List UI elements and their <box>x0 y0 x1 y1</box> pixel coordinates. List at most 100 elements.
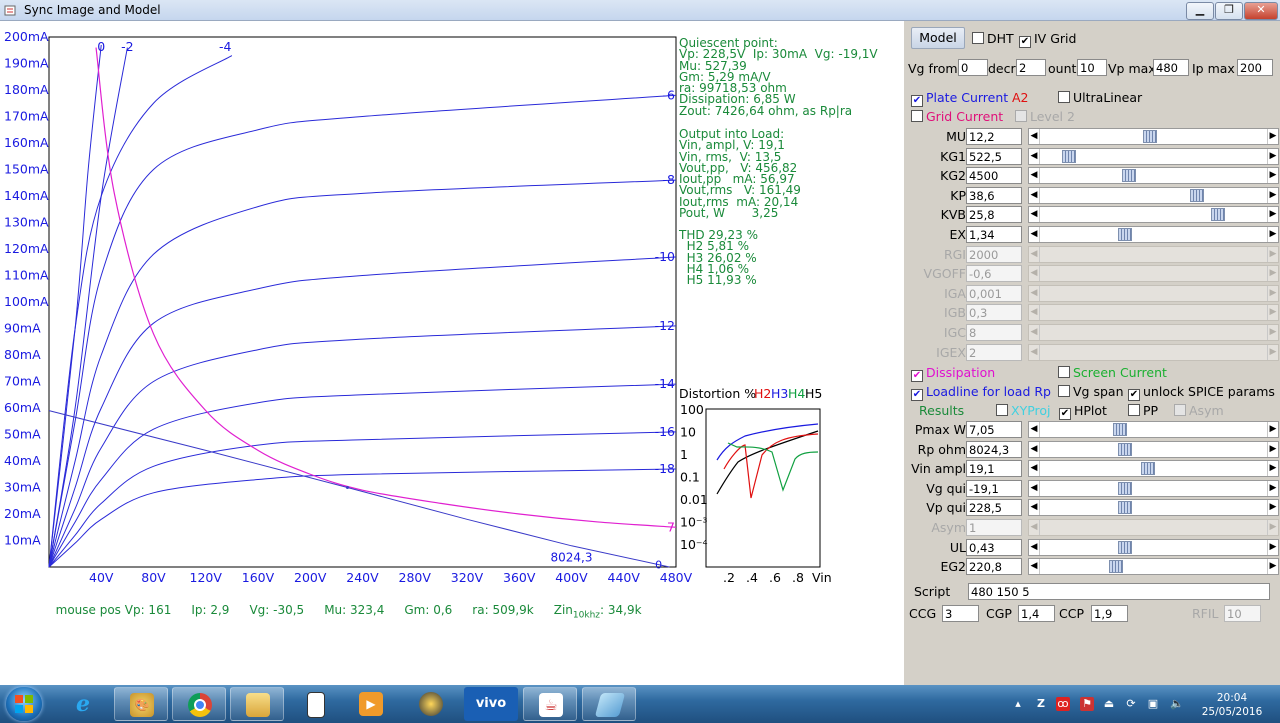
checkmark-icon[interactable]: ✔ <box>911 389 923 401</box>
slider-thumb[interactable] <box>1117 442 1132 456</box>
tray-expand-icon[interactable]: ▴ <box>1011 697 1025 711</box>
checkmark-icon[interactable]: ✔ <box>911 370 923 382</box>
screen-current-checkbox-box[interactable] <box>1058 366 1070 378</box>
arrow-right-icon[interactable]: ▶ <box>1267 207 1278 223</box>
slider-thumb[interactable] <box>1141 462 1156 476</box>
arrow-right-icon[interactable]: ▶ <box>1267 539 1278 555</box>
ip-max-field[interactable]: 200 <box>1237 59 1273 76</box>
java-button[interactable]: ☕ <box>523 687 577 721</box>
start-button[interactable] <box>6 687 42 721</box>
param-slider[interactable]: ◀ ▶ <box>1028 206 1279 224</box>
model-button[interactable]: Model <box>911 27 965 49</box>
param-field[interactable]: 38,6 <box>966 186 1022 204</box>
maximize-button[interactable]: ❐ <box>1215 2 1243 20</box>
xyproj-checkbox[interactable]: XYProj <box>996 403 1051 418</box>
load-param-field[interactable]: 220,8 <box>966 558 1022 576</box>
paint-button[interactable]: 🎨 <box>114 687 168 721</box>
arrow-left-icon[interactable]: ◀ <box>1029 500 1040 516</box>
cgp-field[interactable]: 1,4 <box>1018 605 1055 622</box>
decr-field[interactable]: 2 <box>1016 59 1046 76</box>
arrow-right-icon[interactable]: ▶ <box>1267 461 1278 477</box>
arrow-left-icon[interactable]: ◀ <box>1029 187 1040 203</box>
param-field[interactable]: 522,5 <box>966 147 1022 165</box>
file-explorer-button[interactable] <box>230 687 284 721</box>
vivo-button[interactable]: vivo <box>464 687 518 721</box>
checkmark-icon[interactable]: ✔ <box>1019 36 1031 48</box>
game-button[interactable] <box>404 687 458 721</box>
arrow-right-icon[interactable]: ▶ <box>1267 168 1278 184</box>
load-param-slider[interactable]: ◀ ▶ <box>1028 460 1279 478</box>
slider-thumb[interactable] <box>1143 130 1158 143</box>
arrow-left-icon[interactable]: ◀ <box>1029 480 1040 496</box>
ultralinear-checkbox[interactable]: UltraLinear <box>1058 90 1142 105</box>
tray-volume-icon[interactable]: 🔈 <box>1170 697 1184 711</box>
screen-current-checkbox[interactable]: Screen Current <box>1058 365 1167 380</box>
arrow-right-icon[interactable]: ▶ <box>1267 422 1278 437</box>
param-field[interactable]: 25,8 <box>966 206 1022 224</box>
unlock-spice-checkbox[interactable]: ✔ unlock SPICE params <box>1128 384 1275 401</box>
load-param-slider[interactable]: ◀ ▶ <box>1028 479 1279 497</box>
param-field[interactable]: 1,34 <box>966 226 1022 243</box>
arrow-right-icon[interactable]: ▶ <box>1267 187 1278 203</box>
arrow-left-icon[interactable]: ◀ <box>1029 129 1040 144</box>
hplot-checkbox[interactable]: ✔ HPlot <box>1059 403 1107 420</box>
slider-thumb[interactable] <box>1190 188 1205 202</box>
param-field[interactable]: 12,2 <box>966 128 1022 145</box>
plate-current-checkbox[interactable]: ✔ Plate Current <box>911 90 1008 107</box>
param-slider[interactable]: ◀ ▶ <box>1028 167 1279 185</box>
pp-checkbox[interactable]: PP <box>1128 403 1158 418</box>
media-player-button[interactable]: ▶ <box>344 687 398 721</box>
grid-current-checkbox[interactable]: Grid Current <box>911 109 1003 124</box>
tray-sync-icon[interactable]: ⟳ <box>1124 697 1138 711</box>
slider-thumb[interactable] <box>1211 208 1226 222</box>
arrow-left-icon[interactable]: ◀ <box>1029 207 1040 223</box>
arrow-right-icon[interactable]: ▶ <box>1267 559 1278 575</box>
arrow-left-icon[interactable]: ◀ <box>1029 148 1040 164</box>
pp-checkbox-box[interactable] <box>1128 404 1140 416</box>
param-slider[interactable]: ◀ ▶ <box>1028 147 1279 165</box>
ultralinear-checkbox-box[interactable] <box>1058 91 1070 103</box>
load-param-slider[interactable]: ◀ ▶ <box>1028 440 1279 458</box>
load-param-field[interactable]: 228,5 <box>966 499 1022 517</box>
arrow-left-icon[interactable]: ◀ <box>1029 461 1040 477</box>
tray-acrobat-icon[interactable]: ꝏ <box>1056 697 1070 711</box>
ccp-field[interactable]: 1,9 <box>1091 605 1128 622</box>
slider-thumb[interactable] <box>1117 501 1132 515</box>
dht-checkbox[interactable]: DHT <box>972 31 1014 46</box>
arrow-right-icon[interactable]: ▶ <box>1267 441 1278 457</box>
slider-thumb[interactable] <box>1117 481 1132 495</box>
tray-usb-icon[interactable]: ⏏ <box>1102 697 1116 711</box>
app-button[interactable] <box>582 687 636 721</box>
load-param-slider[interactable]: ◀ ▶ <box>1028 538 1279 556</box>
param-slider[interactable]: ◀ ▶ <box>1028 226 1279 243</box>
dht-checkbox-box[interactable] <box>972 32 984 44</box>
load-param-field[interactable]: 19,1 <box>966 460 1022 478</box>
minimize-button[interactable]: ▁ <box>1186 2 1214 20</box>
close-button[interactable]: ✕ <box>1244 2 1278 20</box>
vg-span-checkbox[interactable]: Vg span <box>1058 384 1124 399</box>
vg-span-checkbox-box[interactable] <box>1058 385 1070 397</box>
vg-from-field[interactable]: 0 <box>958 59 988 76</box>
slider-thumb[interactable] <box>1062 149 1077 163</box>
arrow-right-icon[interactable]: ▶ <box>1267 500 1278 516</box>
tray-z-icon[interactable]: Z <box>1034 697 1048 711</box>
tray-security-icon[interactable]: ⚑ <box>1080 697 1094 711</box>
load-param-field[interactable]: 0,43 <box>966 538 1022 556</box>
load-param-slider[interactable]: ◀ ▶ <box>1028 421 1279 438</box>
arrow-left-icon[interactable]: ◀ <box>1029 422 1040 437</box>
arrow-right-icon[interactable]: ▶ <box>1267 480 1278 496</box>
load-param-field[interactable]: -19,1 <box>966 479 1022 497</box>
slider-thumb[interactable] <box>1121 169 1136 183</box>
slider-thumb[interactable] <box>1109 560 1124 574</box>
arrow-right-icon[interactable]: ▶ <box>1267 227 1278 242</box>
arrow-right-icon[interactable]: ▶ <box>1267 129 1278 144</box>
checkmark-icon[interactable]: ✔ <box>1059 408 1071 420</box>
arrow-right-icon[interactable]: ▶ <box>1267 148 1278 164</box>
arrow-left-icon[interactable]: ◀ <box>1029 559 1040 575</box>
checkmark-icon[interactable]: ✔ <box>911 95 923 107</box>
vp-max-field[interactable]: 480 <box>1153 59 1189 76</box>
ccg-field[interactable]: 3 <box>942 605 979 622</box>
chrome-button[interactable] <box>172 687 226 721</box>
load-param-slider[interactable]: ◀ ▶ <box>1028 558 1279 576</box>
arrow-left-icon[interactable]: ◀ <box>1029 168 1040 184</box>
